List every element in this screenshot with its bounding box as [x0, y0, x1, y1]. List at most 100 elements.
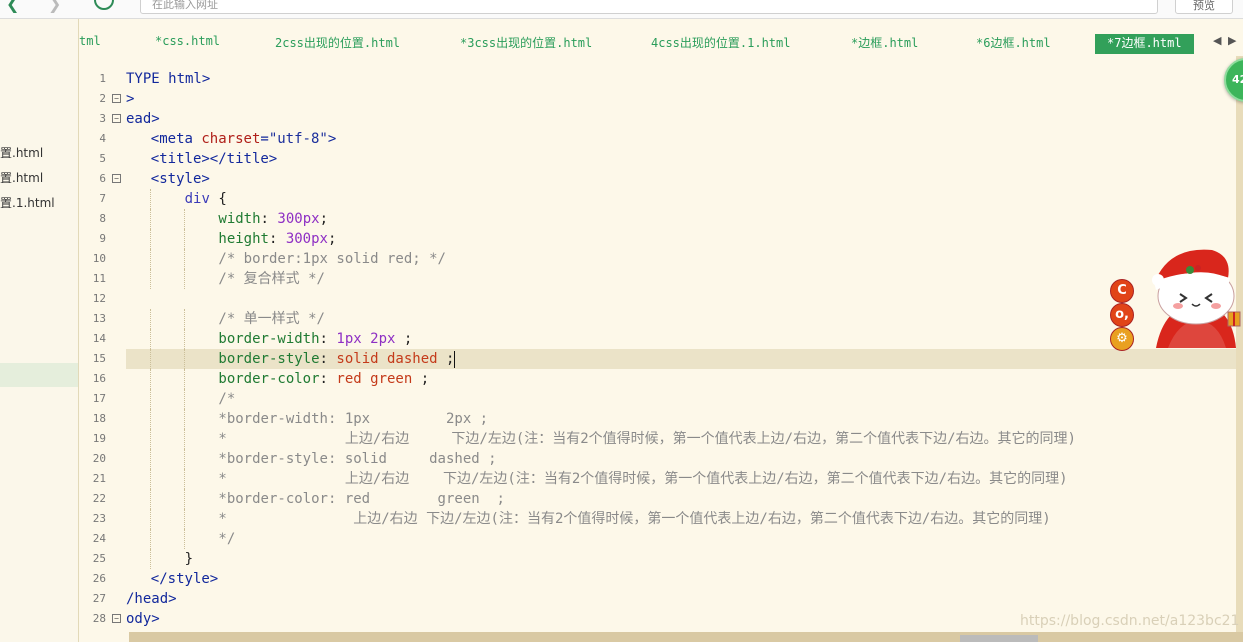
- code-editor[interactable]: 1 TYPE html> 2− >3− ead> 4 <meta charset="utf-…: [79, 69, 1243, 632]
- code-text: * 上边/右边 下边/左边(注：当有2个值得时候，第一个值代表上边/右边，第二个…: [218, 431, 1076, 447]
- code-line[interactable]: 23 * 上边/右边 下边/左边(注：当有2个值得时候，第一个值代表上边/右边，第…: [79, 509, 1243, 529]
- code-line[interactable]: 25}: [79, 549, 1243, 569]
- code-line[interactable]: 18 *border-width: 1px 2px ;: [79, 409, 1243, 429]
- mascot-link-button[interactable]: o,: [1110, 303, 1134, 327]
- indent-guide: [150, 269, 151, 289]
- tab-file[interactable]: 4css出现的位置.1.html: [651, 34, 790, 54]
- file-item[interactable]: 置.html: [0, 169, 43, 186]
- fold-toggle-icon[interactable]: −: [112, 94, 121, 103]
- code-line[interactable]: 15 border-style: solid dashed ;: [79, 349, 1243, 369]
- tab-active-file[interactable]: *7边框.html: [1095, 34, 1194, 54]
- code-line[interactable]: 13 /* 单一样式 */: [79, 309, 1243, 329]
- code-text: /* 单一样式 */: [218, 311, 325, 327]
- indent-guide: [150, 349, 151, 369]
- file-item[interactable]: 置.1.html: [0, 194, 55, 211]
- tab-file[interactable]: *3css出现的位置.html: [460, 34, 592, 54]
- code-line[interactable]: 21 * 上边/右边 下边/左边(注：当有2个值得时候，第一个值代表上边/右边，第…: [79, 469, 1243, 489]
- code-line[interactable]: 6− <style>: [79, 169, 1243, 189]
- code-line[interactable]: 3− ead>: [79, 109, 1243, 129]
- address-bar[interactable]: [140, 0, 1158, 14]
- horizontal-scrollbar[interactable]: [129, 632, 1243, 642]
- code-text: height: 300px;: [218, 231, 337, 247]
- code-text: div {: [184, 191, 227, 207]
- indent-guide: [150, 189, 151, 209]
- code-text: }: [184, 551, 194, 567]
- code-line[interactable]: 26 </style>: [79, 569, 1243, 589]
- code-text: /head>: [126, 591, 177, 607]
- code-text: TYPE html>: [126, 71, 211, 87]
- code-line[interactable]: 8 width: 300px;: [79, 209, 1243, 229]
- code-line[interactable]: 17 /*: [79, 389, 1243, 409]
- code-line[interactable]: 10 /* border:1px solid red; */: [79, 249, 1243, 269]
- indent-guide: [183, 509, 185, 529]
- file-tree: 置.html 置.html 置.1.html: [0, 19, 79, 642]
- tab-file[interactable]: 2css出现的位置.html: [275, 34, 400, 54]
- code-line[interactable]: 2− >: [79, 89, 1243, 109]
- indent-guide: [150, 409, 151, 429]
- code-line[interactable]: 4 <meta charset="utf-8">: [79, 129, 1243, 149]
- code-text: /* 复合样式 */: [218, 271, 325, 287]
- tab-scroll-left-icon[interactable]: ◀: [1213, 34, 1221, 47]
- code-text: */: [218, 531, 236, 547]
- indent-guide: [183, 389, 185, 409]
- address-placeholder: 在此输入网址: [152, 0, 218, 11]
- indent-guide: [150, 489, 151, 509]
- tab-file[interactable]: *css.html: [155, 34, 220, 54]
- scrollbar-thumb[interactable]: [960, 635, 1038, 642]
- tab-scroll-right-icon[interactable]: ▶: [1228, 34, 1236, 47]
- mascot-c-button[interactable]: C: [1110, 279, 1134, 303]
- code-line[interactable]: 27/head>: [79, 589, 1243, 609]
- run-icon[interactable]: [94, 0, 114, 10]
- file-item[interactable]: 置.html: [0, 144, 43, 161]
- line-number: 28: [92, 612, 106, 625]
- line-number: 8: [99, 212, 106, 225]
- line-number: 18: [92, 412, 106, 425]
- code-line[interactable]: 7 div {: [79, 189, 1243, 209]
- fold-toggle-icon[interactable]: −: [112, 114, 121, 123]
- line-number: 5: [99, 152, 106, 165]
- tab-file[interactable]: tml: [79, 34, 101, 54]
- code-line[interactable]: 9 height: 300px;: [79, 229, 1243, 249]
- code-line[interactable]: 24 */: [79, 529, 1243, 549]
- line-number: 14: [92, 332, 106, 345]
- code-line[interactable]: 5 <title></title>: [79, 149, 1243, 169]
- line-number: 25: [92, 552, 106, 565]
- mascot-widget[interactable]: C o, ⚙: [1108, 244, 1243, 356]
- fold-toggle-icon[interactable]: −: [112, 174, 121, 183]
- indent-guide: [183, 329, 185, 349]
- code-line[interactable]: 20 *border-style: solid dashed ;: [79, 449, 1243, 469]
- preview-button[interactable]: 预览: [1175, 0, 1233, 14]
- code-text: * 上边/右边 下边/左边(注：当有2个值得时候，第一个值代表上边/右边，第二个…: [218, 511, 1051, 527]
- fold-toggle-icon[interactable]: −: [112, 614, 121, 623]
- text-cursor: [454, 350, 456, 368]
- indent-guide: [150, 209, 151, 229]
- indent-guide: [183, 229, 185, 249]
- back-arrow-icon[interactable]: ❮: [6, 0, 19, 13]
- line-number: 12: [92, 292, 106, 305]
- indent-guide: [183, 409, 185, 429]
- indent-guide: [150, 389, 151, 409]
- line-number: 1: [99, 72, 106, 85]
- line-number: 26: [92, 572, 106, 585]
- line-number: 22: [92, 492, 106, 505]
- line-number: 11: [92, 272, 106, 285]
- code-line[interactable]: 11 /* 复合样式 */: [79, 269, 1243, 289]
- indent-guide: [150, 429, 151, 449]
- tab-file[interactable]: *6边框.html: [976, 34, 1051, 54]
- code-line[interactable]: 22 *border-color: red green ;: [79, 489, 1243, 509]
- line-number: 4: [99, 132, 106, 145]
- code-line[interactable]: 12: [79, 289, 1243, 309]
- forward-arrow-icon[interactable]: ❯: [48, 0, 61, 13]
- gear-icon[interactable]: ⚙: [1110, 327, 1134, 351]
- code-text: border-style: solid dashed ;: [218, 350, 456, 368]
- code-line[interactable]: 16 border-color: red green ;: [79, 369, 1243, 389]
- code-text: *border-color: red green ;: [218, 491, 505, 507]
- code-text: *border-width: 1px 2px ;: [218, 411, 489, 427]
- code-text: border-color: red green ;: [218, 371, 430, 387]
- code-text: >: [126, 91, 135, 107]
- code-line[interactable]: 14 border-width: 1px 2px ;: [79, 329, 1243, 349]
- tab-file[interactable]: *边框.html: [851, 34, 918, 54]
- code-line[interactable]: 1 TYPE html>: [79, 69, 1243, 89]
- code-line[interactable]: 19 * 上边/右边 下边/左边(注：当有2个值得时候，第一个值代表上边/右边，第…: [79, 429, 1243, 449]
- line-number: 27: [92, 592, 106, 605]
